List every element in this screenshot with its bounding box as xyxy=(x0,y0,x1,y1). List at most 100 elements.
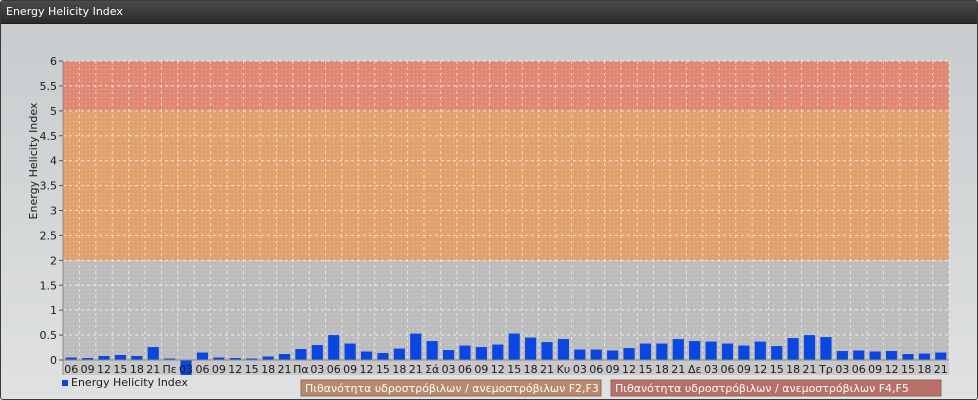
x-tick-label-34: 12 xyxy=(622,363,636,376)
x-tick-label-4: 18 xyxy=(130,363,144,376)
bar-30 xyxy=(557,339,570,360)
x-tick-label-23: 03 xyxy=(442,363,456,376)
bar-19 xyxy=(377,353,389,360)
bar-47 xyxy=(836,351,848,360)
bar-16 xyxy=(328,335,340,360)
x-tick-label-17: 09 xyxy=(343,363,357,376)
bar-39 xyxy=(705,341,717,360)
x-tick-label-10: 12 xyxy=(228,363,242,376)
x-tick-label-24: 06 xyxy=(458,363,472,376)
bar-48 xyxy=(853,350,865,360)
x-tick-label-38: Δε xyxy=(688,363,702,376)
x-tick-label-27: 15 xyxy=(507,363,521,376)
y-tick-label-8: 4 xyxy=(50,155,57,168)
legend-band-label-2: Πιθανότητα υδροστρόβιλων / ανεμοστρόβιλω… xyxy=(615,382,909,395)
x-tick-label-53: 21 xyxy=(934,363,948,376)
bar-2 xyxy=(98,356,110,360)
x-tick-label-1: 09 xyxy=(81,363,95,376)
x-tick-label-33: 09 xyxy=(606,363,620,376)
y-tick-label-12: 6 xyxy=(50,55,57,68)
bar-33 xyxy=(607,350,619,360)
x-tick-label-5: 21 xyxy=(146,363,160,376)
bar-25 xyxy=(475,347,487,360)
y-tick-label-10: 5 xyxy=(50,105,57,118)
energy-helicity-chart: 00.511.522.533.544.555.5606 09 12 15 18 21 Πε 0… xyxy=(27,55,950,397)
y-tick-label-9: 4.5 xyxy=(40,130,58,143)
x-tick-label-31: 03 xyxy=(573,363,587,376)
bar-17 xyxy=(344,343,356,360)
bar-46 xyxy=(820,337,832,360)
legend: Energy Helicity Index Πιθανότητα υδροστρό… xyxy=(62,376,942,397)
x-tick-label-46: Τρ xyxy=(818,363,833,376)
bar-21 xyxy=(410,333,422,360)
y-tick-label-5: 2.5 xyxy=(40,229,58,242)
x-tick-label-13: 21 xyxy=(278,363,292,376)
y-tick-label-2: 1 xyxy=(50,304,57,317)
y-tick-label-3: 1.5 xyxy=(40,279,58,292)
x-tick-label-21: 21 xyxy=(409,363,423,376)
x-tick-label-6: Πε xyxy=(163,363,177,376)
y-tick-label-0: 0 xyxy=(50,354,57,367)
x-tick-label-3: 15 xyxy=(113,363,127,376)
x-tick-label-26: 12 xyxy=(491,363,505,376)
x-tick-label-39: 03 xyxy=(704,363,718,376)
bar-36 xyxy=(656,343,668,360)
bar-52 xyxy=(918,353,930,360)
x-tick-label-28: 18 xyxy=(524,363,538,376)
bar-12 xyxy=(262,356,274,360)
bar-31 xyxy=(574,349,586,360)
x-tick-label-50: 12 xyxy=(885,363,899,376)
bar-32 xyxy=(590,349,602,360)
bar-4 xyxy=(131,356,143,360)
x-tick-label-30: Κυ xyxy=(557,363,571,376)
bar-53 xyxy=(935,352,947,360)
x-tick-label-41: 09 xyxy=(737,363,751,376)
bar-24 xyxy=(459,345,471,360)
x-tick-label-36: 18 xyxy=(655,363,669,376)
x-tick-label-20: 18 xyxy=(392,363,406,376)
y-tick-label-1: 0.5 xyxy=(40,329,58,342)
bar-5 xyxy=(147,347,159,360)
bar-38 xyxy=(689,341,701,360)
bar-51 xyxy=(902,354,914,360)
y-axis-label: Energy Helicity Index xyxy=(27,102,40,219)
bar-42 xyxy=(754,341,766,360)
bar-20 xyxy=(393,348,405,360)
bar-41 xyxy=(738,345,750,360)
bar-15 xyxy=(311,345,323,360)
bar-13 xyxy=(278,354,291,360)
x-tick-label-22: Σά xyxy=(425,363,439,376)
x-tick-label-51: 15 xyxy=(901,363,915,376)
x-tick-label-19: 15 xyxy=(376,363,390,376)
bar-50 xyxy=(885,351,898,360)
bar-14 xyxy=(295,349,307,360)
x-tick-label-9: 09 xyxy=(212,363,226,376)
x-tick-label-14: Πα xyxy=(293,363,309,376)
x-tick-label-47: 03 xyxy=(835,363,849,376)
y-tick-label-11: 5.5 xyxy=(40,80,58,93)
bar-43 xyxy=(771,346,783,360)
x-tick-label-7: 03 xyxy=(179,363,193,376)
bar-40 xyxy=(721,343,734,360)
bar-23 xyxy=(442,350,455,360)
x-tick-label-0: 06 xyxy=(64,363,78,376)
x-tick-label-25: 09 xyxy=(474,363,488,376)
bar-45 xyxy=(803,335,816,360)
bar-29 xyxy=(541,342,553,360)
x-tick-label-45: 21 xyxy=(803,363,817,376)
chart-window: Energy Helicity Index 0 0.5 1 1.5 2 2.5 3 3.5 4 4… xyxy=(0,0,978,400)
x-tick-label-15: 03 xyxy=(310,363,324,376)
x-tick-label-42: 12 xyxy=(753,363,767,376)
x-tick-label-49: 09 xyxy=(868,363,882,376)
legend-band-label-1: Πιθανότητα υδροστρόβιλων / ανεμοστρόβιλω… xyxy=(305,382,599,395)
x-tick-label-52: 18 xyxy=(917,363,931,376)
bar-3 xyxy=(114,355,127,360)
x-tick-label-37: 21 xyxy=(671,363,685,376)
legend-label-series: Energy Helicity Index xyxy=(71,376,188,389)
x-tick-label-44: 18 xyxy=(786,363,800,376)
bar-27 xyxy=(508,333,520,360)
bar-37 xyxy=(672,339,684,360)
bar-28 xyxy=(525,337,537,360)
x-tick-label-2: 12 xyxy=(97,363,111,376)
x-tick-label-11: 15 xyxy=(245,363,259,376)
